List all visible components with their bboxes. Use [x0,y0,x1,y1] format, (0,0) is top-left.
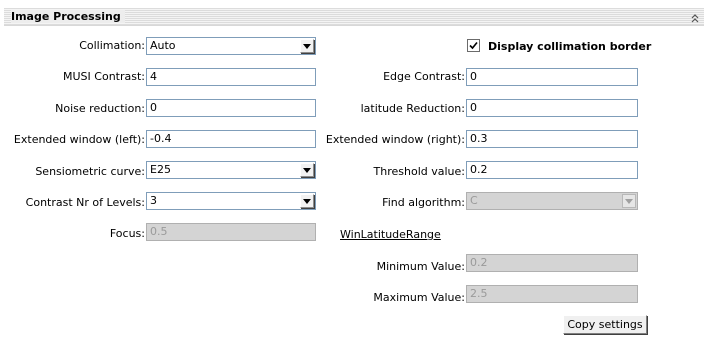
threshold-value-label: Threshold value: [373,165,465,178]
find-algorithm-select: C [466,192,638,210]
maximum-value-input: 2.5 [466,285,638,303]
double-chevron-up-icon[interactable] [690,13,700,23]
contrast-levels-value: 3 [150,194,157,207]
minimum-value-input: 0.2 [466,254,638,272]
display-collimation-border-checkbox[interactable] [467,39,480,52]
extended-window-right-input[interactable]: 0.3 [466,130,638,148]
latitude-reduction-label: latitude Reduction: [360,102,465,115]
chevron-down-icon[interactable] [300,39,314,53]
noise-reduction-label: Noise reduction: [55,102,145,115]
sensiometric-curve-select[interactable]: E25 [146,161,316,179]
copy-settings-button[interactable]: Copy settings [563,315,647,334]
find-algorithm-label: Find algorithm: [382,196,465,209]
maximum-value-label: Maximum Value: [373,291,465,304]
threshold-value-input[interactable]: 0.2 [466,161,638,179]
noise-reduction-input[interactable]: 0 [146,99,316,117]
minimum-value-label: Minimum Value: [376,260,465,273]
chevron-down-icon [622,194,636,208]
chevron-down-icon[interactable] [300,163,314,177]
focus-input: 0.5 [146,223,316,241]
edge-contrast-label: Edge Contrast: [383,70,465,83]
collimation-value: Auto [150,39,176,52]
extended-window-right-label: Extended window (right): [325,133,465,146]
sensiometric-curve-label: Sensiometric curve: [35,165,145,178]
display-collimation-border-label: Display collimation border [488,40,652,53]
extended-window-left-label: Extended window (left): [13,133,145,146]
musi-contrast-label: MUSI Contrast: [63,70,145,83]
contrast-levels-label: Contrast Nr of Levels: [25,196,145,209]
latitude-reduction-input[interactable]: 0 [466,99,638,117]
collimation-select[interactable]: Auto [146,37,316,55]
win-latitude-range-link[interactable]: WinLatitudeRange [340,228,441,241]
sensiometric-curve-value: E25 [150,163,171,176]
panel-header[interactable]: Image Processing [4,8,704,26]
focus-label: Focus: [109,227,145,240]
collimation-label: Collimation: [79,39,145,52]
find-algorithm-value: C [470,194,478,207]
edge-contrast-input[interactable]: 0 [466,68,638,86]
contrast-levels-select[interactable]: 3 [146,192,316,210]
chevron-down-icon[interactable] [300,194,314,208]
musi-contrast-input[interactable]: 4 [146,68,316,86]
panel-title: Image Processing [11,10,125,23]
extended-window-left-input[interactable]: -0.4 [146,130,316,148]
